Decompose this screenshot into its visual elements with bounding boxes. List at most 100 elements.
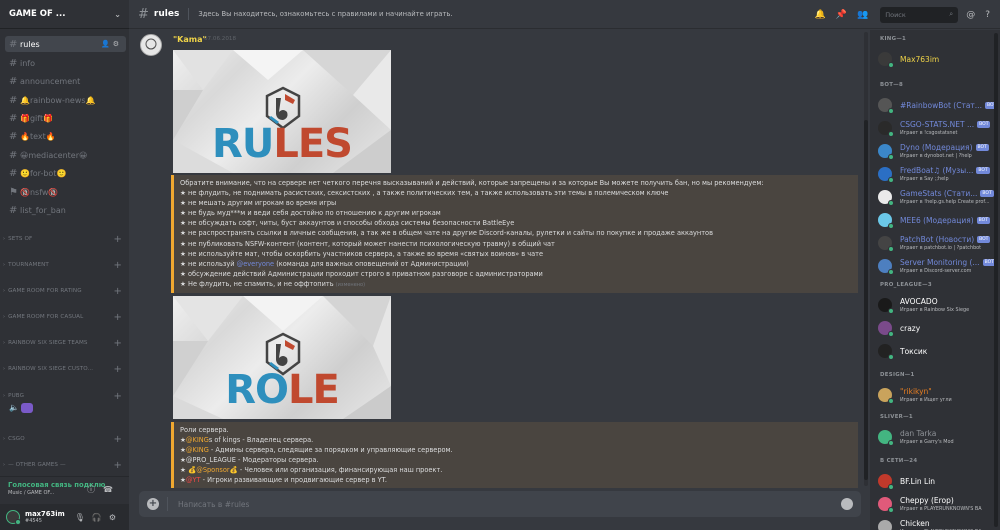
member-activity: Играет в PLAYERUNKNOWN'S BA — [900, 506, 982, 512]
role-mention[interactable]: @Sponsor — [196, 466, 229, 474]
add-channel-icon[interactable]: + — [114, 260, 122, 271]
add-channel-icon[interactable]: + — [114, 391, 122, 402]
headphones-icon[interactable]: 🎧 — [92, 513, 109, 522]
avatar[interactable] — [878, 98, 894, 114]
server-header[interactable]: GAME OF ... ⌄ — [0, 0, 129, 29]
member-item[interactable]: Cheppy (Erop) Играет в PLAYERUNKNOWN'S BA — [878, 493, 998, 515]
everyone-mention[interactable]: @everyone — [237, 260, 275, 268]
avatar[interactable] — [878, 388, 894, 404]
member-item[interactable]: #RainbowBot (Стат... BOT — [878, 94, 998, 116]
message-scrollbar-thumb[interactable] — [864, 120, 868, 480]
avatar[interactable] — [878, 259, 894, 275]
avatar[interactable] — [878, 474, 894, 490]
member-scrollbar[interactable] — [994, 33, 998, 527]
avatar[interactable] — [878, 497, 894, 513]
channel-nsfw[interactable]: ⚑ 🔞nsfw🔞 — [5, 184, 126, 200]
channel-mediacenter[interactable]: # 😀mediacenter😀 — [5, 147, 126, 163]
role-line: ★ 💰@Sponsor💰 - Человек или организация, … — [180, 466, 443, 475]
member-item[interactable]: Dyno (Модерация) BOT Играет в dynobot.net … — [878, 140, 998, 162]
category-r6-teams[interactable]: › RAINBOW SIX SIEGE TEAMS + — [3, 337, 126, 349]
avatar[interactable] — [878, 520, 892, 530]
role-mention[interactable]: @PRO_LEAGUE — [186, 456, 236, 464]
add-channel-icon[interactable]: + — [114, 234, 122, 245]
channel-actions[interactable]: 👤⚙ — [101, 40, 122, 48]
search-input[interactable]: Поиск ⌕ — [880, 6, 959, 23]
add-channel-icon[interactable]: + — [114, 312, 122, 323]
role-banner-image[interactable]: ROLE — [173, 296, 391, 419]
avatar[interactable] — [878, 344, 894, 360]
category-r6-custom[interactable]: › RAINBOW SIX SIEGE CUSTO... + — [3, 363, 126, 375]
member-item[interactable]: Server Monitoring (... BOT Играет в Discor… — [878, 255, 998, 277]
add-channel-icon[interactable]: + — [114, 338, 122, 349]
avatar[interactable] — [878, 121, 894, 137]
channel-info[interactable]: # info — [5, 55, 126, 71]
channel-for-bot[interactable]: # 🙂for-bot🙂 — [5, 165, 126, 181]
member-item[interactable]: MEE6 (Модерация) BOT — [878, 209, 998, 231]
category-sets-of[interactable]: › SETS OF + — [3, 233, 126, 245]
avatar[interactable] — [878, 144, 894, 160]
role-mention[interactable]: @YT — [186, 476, 201, 484]
member-item[interactable]: FredBoat♫ (Музы... BOT Играет в Say ;;help — [878, 163, 998, 185]
channel-text[interactable]: # 🔥text🔥 — [5, 128, 126, 144]
category-pubg[interactable]: › PUBG + — [3, 390, 126, 402]
avatar[interactable] — [878, 52, 894, 68]
avatar[interactable] — [878, 167, 894, 183]
avatar[interactable] — [6, 510, 21, 525]
member-item[interactable]: GameStats (Стати... BOT Играет в !help.gs.… — [878, 186, 998, 208]
avatar[interactable] — [878, 298, 894, 314]
pin-icon[interactable]: 📌 — [836, 10, 847, 20]
channel-rules[interactable]: # rules 👤⚙ — [5, 36, 126, 52]
member-name: AVOCADO — [900, 297, 938, 306]
category-game-room-casual[interactable]: › GAME ROOM FOR CASUAL + — [3, 311, 126, 323]
avatar[interactable] — [878, 430, 894, 446]
member-item[interactable]: "rikikyn" Играет в Ищет угли — [878, 384, 998, 406]
avatar[interactable] — [878, 236, 894, 252]
mention-icon[interactable]: @ — [966, 10, 975, 20]
channel-announcement[interactable]: # announcement — [5, 73, 126, 89]
disconnect-icon[interactable]: ☎ — [103, 485, 121, 494]
channel-rainbow-news[interactable]: # 🔔rainbow-news🔔 — [5, 92, 126, 108]
member-item[interactable]: ChickenИграет в PLAYERUNKNOWN'S BA — [878, 516, 998, 530]
role-mention[interactable]: @KING — [186, 436, 209, 444]
member-item[interactable]: CSGO-STATS.NET ... BOT Играет в !csgostats… — [878, 117, 998, 139]
category-csgo[interactable]: › CSGO + — [3, 433, 126, 445]
help-icon[interactable]: ? — [985, 10, 990, 20]
avatar[interactable] — [878, 190, 894, 206]
voice-participants[interactable]: 🔈 — [9, 403, 33, 413]
info-icon[interactable]: ⓘ — [87, 485, 103, 494]
avatar[interactable] — [878, 213, 894, 229]
message-composer[interactable]: + Написать в #rules — [139, 491, 861, 517]
member-item[interactable]: dan Tarka Играет в Garry's Mod — [878, 426, 998, 448]
add-channel-icon[interactable]: + — [114, 460, 122, 471]
gear-icon[interactable]: ⚙ — [109, 513, 123, 522]
member-item[interactable]: PatchBot (Новости) BOT Играет в patchbot.i… — [878, 232, 998, 254]
bell-icon[interactable]: 🔔 — [815, 10, 826, 20]
avatar[interactable] — [878, 321, 894, 337]
category-other-games[interactable]: › — OTHER GAMES — + — [3, 459, 126, 471]
avatar[interactable] — [140, 34, 162, 56]
member-item[interactable]: Max763im — [878, 48, 998, 70]
caret-icon: › — [3, 288, 6, 294]
add-channel-icon[interactable]: + — [114, 434, 122, 445]
role-mention[interactable]: @KING — [186, 446, 209, 454]
upload-plus-icon[interactable]: + — [147, 498, 159, 510]
message-author[interactable]: "Kama" — [173, 35, 207, 44]
rules-banner-image[interactable]: RULES — [173, 50, 391, 173]
microphone-icon[interactable]: 🎙 — [75, 513, 92, 522]
member-item[interactable]: AVOCADO Играет в Rainbow Six Siege — [878, 294, 998, 316]
members-icon[interactable]: 👥 — [857, 10, 868, 20]
member-item[interactable]: crazy — [878, 317, 998, 339]
chevron-down-icon[interactable]: ⌄ — [114, 10, 121, 19]
add-channel-icon[interactable]: + — [114, 364, 122, 375]
member-name: Chicken — [900, 519, 930, 528]
channel-gift[interactable]: # 🎁gift🎁 — [5, 110, 126, 126]
category-game-room-rating[interactable]: › GAME ROOM FOR RATING + — [3, 285, 126, 297]
rules-embed: Обратите внимание, что на сервере нет че… — [171, 175, 858, 294]
channel-list-for-ban[interactable]: # list_for_ban — [5, 202, 126, 218]
category-label: CSGO — [8, 436, 25, 442]
member-item[interactable]: BF.Lin Lin — [878, 470, 998, 492]
add-channel-icon[interactable]: + — [114, 286, 122, 297]
category-tournament[interactable]: › TOURNAMENT + — [3, 259, 126, 271]
member-item[interactable]: Токсик — [878, 340, 998, 362]
emoji-picker-icon[interactable] — [841, 498, 853, 510]
